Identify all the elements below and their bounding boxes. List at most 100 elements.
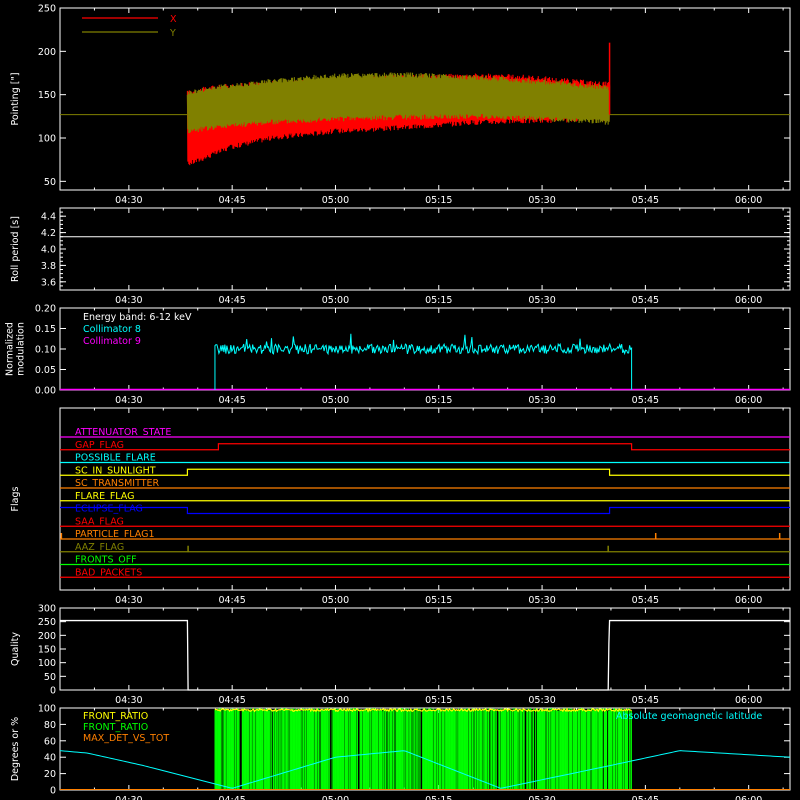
x-tick-label: 05:45 (632, 695, 659, 706)
x-tick-label: 04:45 (218, 195, 245, 206)
y-tick-label: 80 (44, 720, 56, 731)
y-tick-label: 0.05 (35, 365, 56, 376)
quality-ylabel: Quality (10, 632, 21, 666)
y-tick-label: 100 (38, 704, 56, 715)
x-tick-label: 06:00 (735, 595, 762, 606)
y-tick-label: 0 (50, 686, 56, 697)
x-tick-label: 05:00 (322, 195, 349, 206)
x-tick-label: 05:45 (632, 395, 659, 406)
modulation-legend-0: Energy band: 6-12 keV (83, 312, 192, 323)
y-tick-label: 250 (38, 617, 56, 628)
x-tick-label: 06:00 (735, 395, 762, 406)
x-tick-label: 05:00 (322, 795, 349, 800)
y-tick-label: 3.6 (41, 277, 56, 288)
x-tick-label: 05:45 (632, 195, 659, 206)
y-tick-label: 0.10 (35, 345, 56, 356)
x-tick-label: 06:00 (735, 795, 762, 800)
x-tick-label: 06:00 (735, 695, 762, 706)
modulation-legend-1: Collimator 8 (83, 324, 141, 335)
y-tick-label: 200 (38, 47, 56, 58)
x-tick-label: 05:00 (322, 395, 349, 406)
y-tick-label: 100 (38, 134, 56, 145)
modulation-ylabel: Normalized (5, 322, 16, 376)
y-tick-label: 100 (38, 658, 56, 669)
x-tick-label: 04:30 (115, 395, 142, 406)
y-tick-label: 200 (38, 631, 56, 642)
y-tick-label: 50 (44, 672, 56, 683)
y-tick-label: 60 (44, 736, 56, 747)
ratios-ylabel: Degrees or % (10, 717, 21, 781)
x-tick-label: 05:15 (425, 395, 452, 406)
x-tick-label: 05:45 (632, 795, 659, 800)
x-tick-label: 05:30 (528, 795, 555, 800)
y-tick-label: 0.15 (35, 324, 56, 335)
x-tick-label: 05:30 (528, 395, 555, 406)
y-tick-label: 50 (44, 177, 56, 188)
y-tick-label: 0 (50, 786, 56, 797)
x-tick-label: 05:45 (632, 595, 659, 606)
flag-label: BAD_PACKETS (75, 567, 142, 578)
x-tick-label: 05:30 (528, 195, 555, 206)
y-tick-label: 4.4 (41, 212, 56, 223)
y-tick-label: 0.20 (35, 304, 56, 315)
x-tick-label: 05:30 (528, 695, 555, 706)
legend-label-x: X (170, 14, 177, 25)
flags-ylabel: Flags (10, 486, 21, 511)
y-tick-label: 300 (38, 604, 56, 615)
geomag-label: Absolute geomagnetic latitude (616, 711, 762, 722)
y-tick-label: 250 (38, 4, 56, 15)
y-tick-label: 20 (44, 769, 56, 780)
x-tick-label: 05:15 (425, 795, 452, 800)
flag-label: AAZ_FLAG (75, 542, 124, 553)
y-tick-label: 4.0 (41, 245, 56, 256)
x-tick-label: 05:30 (528, 295, 555, 306)
x-tick-label: 04:45 (218, 295, 245, 306)
flag-label: GAP_FLAG (75, 440, 124, 451)
y-tick-label: 0.00 (35, 386, 56, 397)
x-tick-label: 05:45 (632, 295, 659, 306)
flag-label: FLARE_FLAG (75, 491, 135, 502)
roll-ylabel: Roll period [s] (10, 216, 21, 282)
x-tick-label: 04:30 (115, 795, 142, 800)
flag-label: SC_IN_SUNLIGHT (75, 465, 156, 476)
x-tick-label: 04:45 (218, 795, 245, 800)
front-ratio-green-bars (214, 708, 632, 790)
y-tick-label: 3.8 (41, 261, 56, 272)
flag-label: POSSIBLE_FLARE (75, 453, 156, 464)
flag-label: ATTENUATOR_STATE (75, 427, 171, 438)
x-tick-label: 05:15 (425, 695, 452, 706)
x-tick-label: 05:15 (425, 295, 452, 306)
telemetry-plot: 04:30 04:45 05:00 05:15 05:30 05:45 06:00 50 100… (0, 0, 800, 800)
y-tick-label: 150 (38, 645, 56, 656)
flag-label: SAA_FLAG (75, 516, 124, 527)
x-tick-label: 05:00 (322, 695, 349, 706)
x-tick-label: 05:15 (425, 195, 452, 206)
x-tick-label: 06:00 (735, 195, 762, 206)
x-tick-label: 04:30 (115, 295, 142, 306)
x-tick-label: 04:30 (115, 695, 142, 706)
flag-label: FRONTS_OFF (75, 555, 137, 566)
flag-label: PARTICLE_FLAG1 (75, 529, 155, 540)
x-tick-label: 05:00 (322, 595, 349, 606)
x-tick-label: 04:30 (115, 195, 142, 206)
ratios-legend-1: FRONT_RATIO (83, 722, 148, 733)
y-tick-label: 150 (38, 90, 56, 101)
y-tick-label: 4.2 (41, 228, 56, 239)
x-tick-label: 05:00 (322, 295, 349, 306)
modulation-ylabel: modulation (16, 322, 27, 376)
x-tick-label: 04:30 (115, 595, 142, 606)
flag-label: ECLIPSE_FLAG (75, 504, 143, 515)
x-tick-label: 04:45 (218, 395, 245, 406)
x-tick-label: 05:30 (528, 595, 555, 606)
x-tick-label: 04:45 (218, 595, 245, 606)
modulation-legend-2: Collimator 9 (83, 336, 141, 347)
x-tick-label: 06:00 (735, 295, 762, 306)
flag-label: SC_TRANSMITTER (75, 478, 160, 489)
legend-label-y: Y (169, 28, 176, 39)
pointing-ylabel: Pointing ["] (10, 72, 21, 125)
y-tick-label: 40 (44, 753, 56, 764)
x-tick-label: 05:15 (425, 595, 452, 606)
x-tick-label: 04:45 (218, 695, 245, 706)
ratios-legend-0: FRONT_RATIO (83, 711, 148, 722)
ratios-legend-2: MAX_DET_VS_TOT (83, 733, 169, 744)
